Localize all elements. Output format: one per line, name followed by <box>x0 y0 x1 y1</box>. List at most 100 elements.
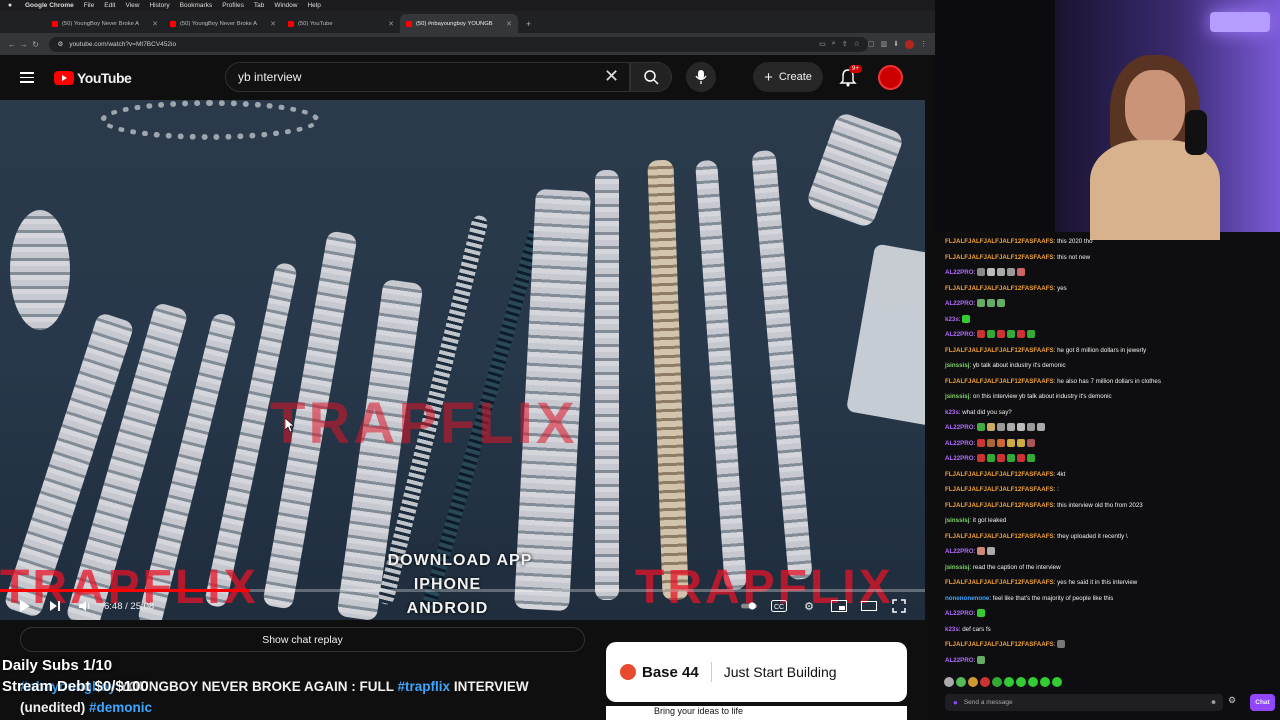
chat-username[interactable]: AL22PRO <box>945 657 974 664</box>
chat-username[interactable]: AL22PRO <box>945 548 974 555</box>
play-icon[interactable] <box>16 597 34 615</box>
create-button[interactable]: + Create <box>753 62 823 92</box>
zoom-icon[interactable]: ⌕ <box>832 40 836 48</box>
chat-username[interactable]: FLJALFJALFJALFJALF12FASFAAFS <box>945 285 1054 292</box>
menu-window[interactable]: Window <box>269 2 302 9</box>
menu-edit[interactable]: Edit <box>99 2 120 9</box>
youtube-logo[interactable]: YouTube <box>54 70 132 86</box>
account-avatar[interactable] <box>878 65 903 90</box>
close-tab-icon[interactable]: ✕ <box>152 20 158 28</box>
menu-kebab-icon[interactable]: ⋮ <box>920 40 927 49</box>
fullscreen-icon[interactable] <box>891 599 907 613</box>
menu-help[interactable]: Help <box>302 2 325 9</box>
chat-username[interactable]: AL22PRO <box>945 331 974 338</box>
browser-tab[interactable]: (50) YouTube ✕ <box>282 14 400 33</box>
chat-username[interactable]: k23s <box>945 409 959 416</box>
chat-settings-gear-icon[interactable]: ⚙ <box>1228 695 1236 706</box>
share-icon[interactable]: ⇪ <box>842 40 848 48</box>
sidepanel-icon[interactable]: ▥ <box>881 40 888 49</box>
chat-username[interactable]: AL22PRO <box>945 300 974 307</box>
extensions-icon[interactable]: ▢ <box>868 40 875 49</box>
forward-icon[interactable]: → <box>18 40 30 49</box>
quick-emote-icon[interactable] <box>956 677 966 687</box>
browser-tab-active[interactable]: (50) #nbayoungboy YOUNGB ✕ <box>400 14 518 33</box>
chat-username[interactable]: AL22PRO <box>945 440 974 447</box>
close-tab-icon[interactable]: ✕ <box>270 20 276 28</box>
browser-tab[interactable]: (50) YoungBoy Never Broke A ✕ <box>164 14 282 33</box>
chat-username[interactable]: k23s <box>945 316 959 323</box>
hashtag-link[interactable]: #trapflix <box>398 679 451 694</box>
quick-emote-icon[interactable] <box>1052 677 1062 687</box>
chat-bits-icon[interactable]: ● <box>953 698 958 707</box>
close-tab-icon[interactable]: ✕ <box>506 20 512 28</box>
menu-bookmarks[interactable]: Bookmarks <box>175 2 218 9</box>
menu-file[interactable]: File <box>79 2 99 9</box>
chat-send-button[interactable]: Chat <box>1250 694 1275 711</box>
chat-username[interactable]: AL22PRO <box>945 269 974 276</box>
settings-gear-icon[interactable]: ⚙ <box>801 599 817 613</box>
hashtag-link[interactable]: #demonic <box>89 700 152 715</box>
chat-username[interactable]: jsinssisj <box>945 517 969 524</box>
search-input[interactable]: yb interview <box>225 62 630 92</box>
hamburger-menu-icon[interactable] <box>20 72 34 83</box>
volume-icon[interactable] <box>76 597 94 615</box>
video-player[interactable]: TRAPFLIX TRAPFLIX TRAPFLIX DOWNLOAD APP … <box>0 100 925 620</box>
chat-username[interactable]: FLJALFJALFJALFJALF12FASFAAFS <box>945 471 1054 478</box>
quick-emote-icon[interactable] <box>992 677 1002 687</box>
back-icon[interactable]: ← <box>6 40 18 49</box>
chat-username[interactable]: AL22PRO <box>945 610 974 617</box>
quick-emote-icon[interactable] <box>980 677 990 687</box>
menu-tab[interactable]: Tab <box>249 2 269 9</box>
quick-emote-icon[interactable] <box>1016 677 1026 687</box>
cast-icon[interactable]: ▭ <box>819 40 826 48</box>
voice-search-button[interactable] <box>686 62 716 92</box>
chat-username[interactable]: jsinssisj <box>945 362 969 369</box>
sponsored-ad-card[interactable]: Base 44 Just Start Building <box>606 642 907 702</box>
quick-emote-icon[interactable] <box>944 677 954 687</box>
miniplayer-icon[interactable] <box>831 599 847 613</box>
chat-username[interactable]: AL22PRO <box>945 424 974 431</box>
chat-username[interactable]: k23s <box>945 626 959 633</box>
chat-username[interactable]: nonenonenone <box>945 595 989 602</box>
chat-username[interactable]: FLJALFJALFJALFJALF12FASFAAFS <box>945 486 1054 493</box>
download-icon[interactable]: ⬇ <box>893 40 899 49</box>
new-tab-button[interactable]: + <box>518 14 539 33</box>
emote-picker-icon[interactable]: ☻ <box>1210 699 1217 706</box>
site-info-icon[interactable]: ⚙ <box>57 40 63 48</box>
chat-username[interactable]: FLJALFJALFJALFJALF12FASFAAFS <box>945 533 1054 540</box>
chat-username[interactable]: FLJALFJALFJALFJALF12FASFAAFS <box>945 347 1054 354</box>
autoplay-toggle[interactable] <box>741 599 757 613</box>
chat-username[interactable]: FLJALFJALFJALFJALF12FASFAAFS <box>945 378 1054 385</box>
chat-username[interactable]: FLJALFJALFJALFJALF12FASFAAFS <box>945 238 1054 245</box>
theater-mode-icon[interactable] <box>861 599 877 613</box>
address-bar[interactable]: ⚙ youtube.com/watch?v=Mt7BCV452io ▭ ⌕ ⇪ … <box>49 36 868 52</box>
subtitles-icon[interactable]: CC <box>771 599 787 613</box>
chat-username[interactable]: jsinssisj <box>945 393 969 400</box>
reload-icon[interactable]: ↻ <box>30 40 42 49</box>
chat-username[interactable]: jsinssisj <box>945 564 969 571</box>
quick-emote-icon[interactable] <box>1040 677 1050 687</box>
menu-view[interactable]: View <box>120 2 144 9</box>
menubar-app-name[interactable]: Google Chrome <box>20 2 79 9</box>
menu-history[interactable]: History <box>144 2 174 9</box>
chat-username[interactable]: FLJALFJALFJALFJALF12FASFAAFS <box>945 502 1054 509</box>
quick-emote-icon[interactable] <box>968 677 978 687</box>
apple-icon[interactable]: ● <box>0 2 20 9</box>
chat-username[interactable]: FLJALFJALFJALFJALF12FASFAAFS <box>945 641 1054 648</box>
profile-avatar[interactable] <box>905 39 914 49</box>
quick-emote-icon[interactable] <box>1028 677 1038 687</box>
next-video-icon[interactable] <box>46 597 64 615</box>
menu-profiles[interactable]: Profiles <box>217 2 249 9</box>
tab-pinned[interactable] <box>6 14 46 33</box>
chat-username[interactable]: FLJALFJALFJALFJALF12FASFAAFS <box>945 254 1054 261</box>
clear-search-icon[interactable]: ✕ <box>604 66 619 86</box>
chat-username[interactable]: FLJALFJALFJALFJALF12FASFAAFS <box>945 579 1054 586</box>
show-chat-replay-button[interactable]: Show chat replay <box>20 627 585 652</box>
chat-username[interactable]: AL22PRO <box>945 455 974 462</box>
close-tab-icon[interactable]: ✕ <box>388 20 394 28</box>
browser-tab[interactable]: (50) YoungBoy Never Broke A ✕ <box>46 14 164 33</box>
quick-emote-icon[interactable] <box>1004 677 1014 687</box>
search-button[interactable] <box>630 62 672 92</box>
video-progress-bar[interactable] <box>0 589 925 592</box>
chat-message-input[interactable]: ● Send a message ☻ <box>945 694 1223 711</box>
